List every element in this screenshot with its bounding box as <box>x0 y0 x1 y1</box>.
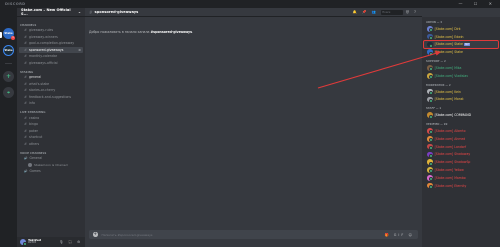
annotation-arrow-head <box>435 50 441 56</box>
annotation-arrow <box>317 50 441 89</box>
annotation-arrow-line <box>317 52 438 89</box>
